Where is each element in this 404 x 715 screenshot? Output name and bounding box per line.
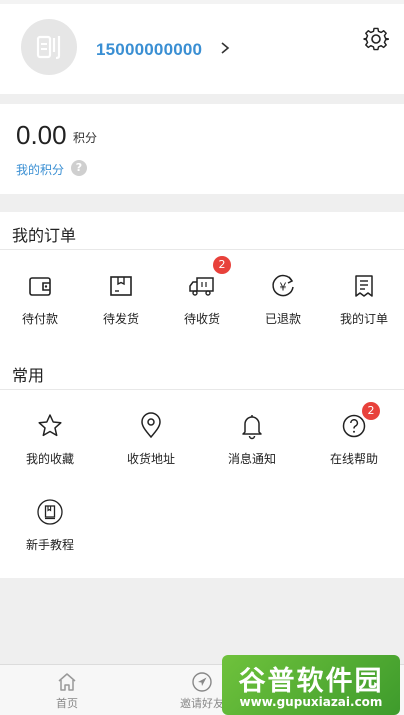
common-item-notifications[interactable]: 消息通知 bbox=[212, 412, 292, 467]
common-item-address[interactable]: 收货地址 bbox=[111, 412, 191, 467]
svg-text:¥: ¥ bbox=[280, 281, 287, 294]
common-item-label: 收货地址 bbox=[126, 452, 175, 466]
home-icon bbox=[58, 673, 76, 691]
refund-icon: ¥ bbox=[272, 274, 294, 297]
divider bbox=[0, 249, 404, 250]
orders-title: 我的订单 bbox=[12, 226, 77, 245]
order-list-icon bbox=[355, 275, 373, 297]
order-item-label: 我的订单 bbox=[339, 312, 388, 326]
common-item-label: 消息通知 bbox=[227, 452, 276, 466]
order-item-pending-shipment[interactable]: 待发货 bbox=[81, 272, 161, 327]
order-item-label: 已退款 bbox=[264, 312, 301, 326]
unread-badge: 2 bbox=[213, 256, 231, 274]
star-icon bbox=[38, 414, 62, 437]
common-item-label: 新手教程 bbox=[25, 538, 74, 552]
common-title: 常用 bbox=[12, 366, 45, 385]
common-item-favorites[interactable]: 我的收藏 bbox=[10, 412, 90, 467]
order-item-label: 待发货 bbox=[102, 312, 139, 326]
common-item-label: 我的收藏 bbox=[25, 452, 74, 466]
watermark-logo: 谷普软件园 www.gupuxiazai.com bbox=[222, 655, 400, 715]
unread-badge: 2 bbox=[362, 402, 380, 420]
avatar[interactable] bbox=[21, 19, 77, 75]
wallet-icon bbox=[29, 277, 51, 296]
order-item-label: 待付款 bbox=[21, 312, 58, 326]
order-item-pending-payment[interactable]: 待付款 bbox=[0, 272, 80, 327]
points-unit: 积分 bbox=[73, 131, 98, 145]
order-item-label: 待收货 bbox=[183, 312, 220, 326]
profile-header: 15000000000 bbox=[0, 4, 404, 94]
common-item-tutorial[interactable]: 新手教程 bbox=[10, 498, 90, 553]
watermark-url: www.gupuxiazai.com bbox=[239, 695, 383, 709]
divider bbox=[0, 389, 404, 390]
order-item-refunded[interactable]: ¥ 已退款 bbox=[243, 272, 323, 327]
avatar-placeholder-icon bbox=[36, 35, 61, 60]
order-item-my-orders[interactable]: 我的订单 bbox=[324, 272, 404, 327]
orders-section: 我的订单 待付款 待发货 待收货 2 ¥ 已退款 我的订单 bbox=[0, 212, 404, 356]
tab-home-label: 首页 bbox=[56, 697, 78, 710]
watermark-title: 谷普软件园 bbox=[238, 666, 384, 697]
bell-icon bbox=[242, 415, 262, 440]
truck-icon bbox=[189, 277, 214, 296]
common-section: 常用 我的收藏 收货地址 消息通知 在线帮助 2 新手教程 bbox=[0, 356, 404, 578]
box-icon bbox=[110, 276, 132, 296]
send-icon bbox=[192, 672, 212, 692]
book-icon bbox=[37, 499, 63, 525]
question-icon[interactable]: ? bbox=[71, 160, 87, 176]
phone-number[interactable]: 15000000000 bbox=[96, 40, 202, 60]
order-item-pending-receipt[interactable]: 待收货 bbox=[162, 272, 242, 327]
points-card: 0.00 积分 我的积分 ? bbox=[0, 104, 404, 194]
common-item-help[interactable]: 在线帮助 bbox=[314, 412, 394, 467]
location-pin-icon bbox=[141, 412, 161, 439]
my-points-link[interactable]: 我的积分 bbox=[16, 161, 64, 178]
common-item-label: 在线帮助 bbox=[329, 452, 378, 466]
tab-home[interactable]: 首页 bbox=[27, 671, 107, 711]
points-value: 0.00 bbox=[16, 120, 67, 150]
gear-icon[interactable] bbox=[363, 26, 389, 52]
chevron-right-icon[interactable] bbox=[218, 40, 232, 56]
